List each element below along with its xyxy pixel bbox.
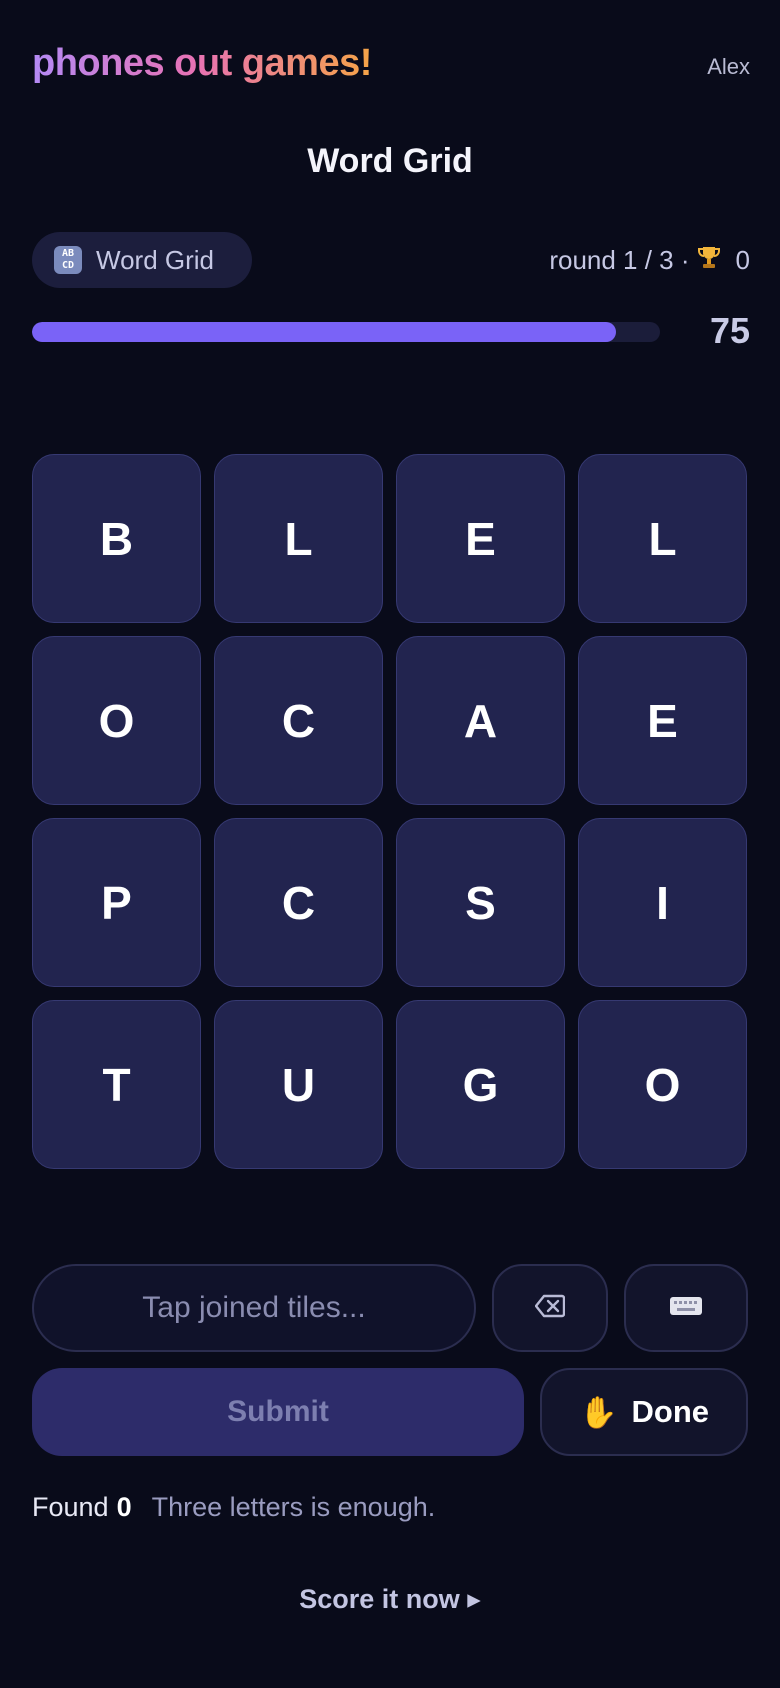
score-it-now-link[interactable]: Score it now ▸ bbox=[0, 1584, 780, 1615]
submit-button[interactable]: Submit bbox=[32, 1368, 524, 1456]
letter-tile[interactable]: S bbox=[396, 818, 565, 987]
done-label: Done bbox=[631, 1394, 710, 1429]
letter-tile[interactable]: E bbox=[396, 454, 565, 623]
timer-progress-bar bbox=[32, 322, 660, 342]
game-mode-pill: AB CD Word Grid bbox=[32, 232, 252, 288]
letter-tile[interactable]: T bbox=[32, 1000, 201, 1169]
letter-tile[interactable]: O bbox=[32, 636, 201, 805]
round-status: round 1 / 3 · 0 bbox=[549, 244, 750, 277]
letter-tile[interactable]: L bbox=[578, 454, 747, 623]
trophy-icon bbox=[696, 244, 722, 277]
user-name[interactable]: Alex bbox=[707, 54, 750, 80]
keyboard-button[interactable] bbox=[624, 1264, 748, 1352]
page-title: Word Grid bbox=[307, 142, 473, 180]
letter-tile[interactable]: G bbox=[396, 1000, 565, 1169]
found-summary: Found 0 Three letters is enough. bbox=[32, 1492, 435, 1523]
timer-value: 75 bbox=[709, 310, 750, 351]
round-text: round 1 / 3 · bbox=[549, 245, 690, 275]
abcd-icon: AB CD bbox=[54, 246, 82, 274]
done-button[interactable]: ✋ Done bbox=[540, 1368, 748, 1456]
raised-hand-icon: ✋ bbox=[578, 1394, 618, 1431]
found-label: Found bbox=[32, 1492, 109, 1522]
game-mode-label: Word Grid bbox=[96, 244, 214, 275]
letter-tile[interactable]: B bbox=[32, 454, 201, 623]
word-input[interactable]: Tap joined tiles... bbox=[32, 1264, 476, 1352]
found-count: 0 bbox=[116, 1492, 132, 1522]
letter-tile[interactable]: C bbox=[214, 818, 383, 987]
letter-tile[interactable]: A bbox=[396, 636, 565, 805]
letter-tile[interactable]: E bbox=[578, 636, 747, 805]
letter-tile[interactable]: C bbox=[214, 636, 383, 805]
brand-logo: phones out games! bbox=[32, 42, 372, 84]
letter-tile[interactable]: I bbox=[578, 818, 747, 987]
letter-grid: BLELOCAEPCSITUGO bbox=[32, 454, 748, 1169]
timer-progress-fill bbox=[32, 322, 617, 342]
letter-tile[interactable]: P bbox=[32, 818, 201, 987]
hint-text: Three letters is enough. bbox=[151, 1492, 436, 1522]
letter-tile[interactable]: O bbox=[578, 1000, 747, 1169]
keyboard-icon bbox=[669, 1296, 703, 1321]
letter-tile[interactable]: U bbox=[214, 1000, 383, 1169]
score-value: 0 bbox=[735, 245, 750, 275]
backspace-icon bbox=[534, 1294, 566, 1323]
backspace-button[interactable] bbox=[492, 1264, 608, 1352]
letter-tile[interactable]: L bbox=[214, 454, 383, 623]
